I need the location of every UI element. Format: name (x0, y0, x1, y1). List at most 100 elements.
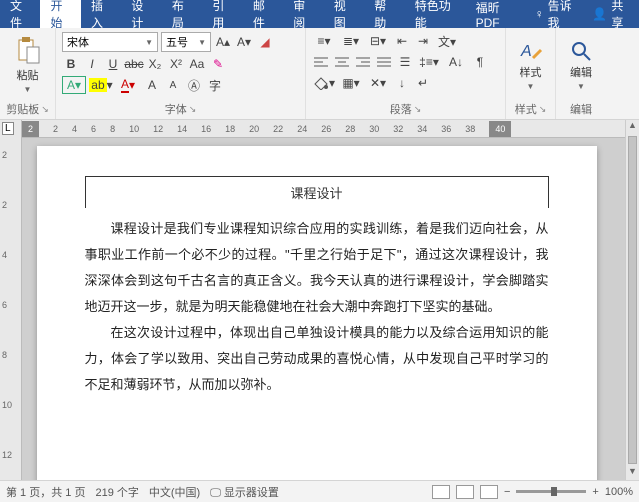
tab-help[interactable]: 帮助 (364, 0, 404, 28)
word-count[interactable]: 219 个字 (95, 484, 138, 500)
editing-label: 编辑 (570, 64, 592, 80)
font-color-button[interactable]: A▾ (116, 76, 140, 94)
font-name-combo[interactable]: 宋体▼ (62, 32, 158, 52)
borders-button[interactable]: ▦▾ (339, 74, 363, 92)
shrink-font2-button[interactable]: A (164, 76, 182, 94)
chevron-down-icon: ▼ (577, 82, 585, 91)
enclose-button[interactable]: Ⓐ (185, 76, 203, 94)
shrink-font-button[interactable]: A▾ (235, 33, 253, 51)
font-launcher[interactable]: ↘ (189, 104, 197, 115)
font-group-label: 字体 (165, 101, 187, 117)
tab-mail[interactable]: 邮件 (243, 0, 283, 28)
bullets-button[interactable]: ≡▾ (312, 32, 336, 50)
hruler-tick: 34 (417, 124, 427, 134)
clipboard-icon (16, 37, 40, 65)
font-size-combo[interactable]: 五号▼ (161, 32, 211, 52)
hruler-tick: 24 (297, 124, 307, 134)
paragraph[interactable]: 课程设计是我们专业课程知识综合应用的实践训练，着是我们迈向社会，从事职业工作前一… (85, 216, 549, 320)
editing-button[interactable]: 编辑 ▼ (566, 38, 596, 93)
superscript-button[interactable]: X² (167, 55, 185, 73)
bold-button[interactable]: B (62, 55, 80, 73)
document-title[interactable]: 课程设计 (85, 176, 549, 208)
web-layout-view-button[interactable] (480, 485, 498, 499)
document-scroll-area[interactable]: 课程设计 课程设计是我们专业课程知识综合应用的实践训练，着是我们迈向社会，从事职… (22, 120, 625, 480)
horizontal-ruler[interactable]: 2 2 4 6 8 10 12 14 16 18 20 22 24 26 28 … (22, 120, 625, 138)
scroll-down-button[interactable]: ▼ (626, 466, 639, 480)
align-center-icon (335, 56, 349, 68)
styles-launcher[interactable]: ↘ (539, 104, 547, 115)
align-left-button[interactable] (312, 53, 330, 71)
decrease-indent-button[interactable]: ⇤ (393, 32, 411, 50)
tab-foxit[interactable]: 福昕PDF (466, 0, 527, 28)
tab-layout[interactable]: 布局 (162, 0, 202, 28)
sort-button[interactable]: A↓ (444, 53, 468, 71)
text-effects-button[interactable]: A▾ (62, 76, 86, 94)
italic-button[interactable]: I (83, 55, 101, 73)
hruler-margin: 2 (22, 121, 39, 137)
sort2-button[interactable]: ↓ (393, 74, 411, 92)
strike-button[interactable]: abc (125, 55, 143, 73)
align-right-button[interactable] (354, 53, 372, 71)
align-center-button[interactable] (333, 53, 351, 71)
zoom-slider[interactable] (516, 490, 586, 493)
share-button[interactable]: 👤 共享 (582, 0, 639, 31)
paragraph-marks-button[interactable]: ↵ (414, 74, 432, 92)
paste-button[interactable]: 粘贴 ▼ (12, 35, 44, 96)
align-justify-button[interactable] (375, 53, 393, 71)
underline-button[interactable]: U (104, 55, 122, 73)
subscript-button[interactable]: X₂ (146, 55, 164, 73)
styles-icon: A (519, 40, 543, 62)
clipboard-launcher[interactable]: ↘ (41, 104, 49, 115)
hruler-tick: 22 (273, 124, 283, 134)
styles-button[interactable]: A 样式 ▼ (515, 38, 547, 93)
tab-review[interactable]: 审阅 (283, 0, 323, 28)
format-painter-button[interactable]: ✎ (209, 55, 227, 73)
read-mode-view-button[interactable] (456, 485, 474, 499)
tab-insert[interactable]: 插入 (81, 0, 121, 28)
tab-references[interactable]: 引用 (202, 0, 242, 28)
tab-stop-indicator[interactable]: L (2, 122, 14, 135)
grow-font-button[interactable]: A▴ (214, 33, 232, 51)
align-left-icon (314, 56, 328, 68)
vruler-tick: 12 (2, 450, 12, 460)
vertical-ruler[interactable]: L 2 2 4 6 8 10 12 (0, 120, 22, 480)
distribute-button[interactable]: ☰ (396, 53, 414, 71)
tellme[interactable]: ♀ 告诉我 (529, 0, 583, 31)
line-spacing-button[interactable]: ‡≡▾ (417, 53, 441, 71)
page-count[interactable]: 第 1 页，共 1 页 (6, 484, 85, 500)
tab-view[interactable]: 视图 (324, 0, 364, 28)
vruler-tick: 2 (2, 150, 7, 160)
zoom-in-button[interactable]: + (592, 486, 598, 498)
font-size-value: 五号 (166, 34, 188, 50)
vertical-scrollbar[interactable]: ▲ ▼ (625, 120, 639, 480)
tab-home[interactable]: 开始 (40, 0, 80, 28)
paragraph-launcher[interactable]: ↘ (414, 104, 422, 115)
shading-button[interactable]: ▾ (312, 74, 336, 92)
paragraph[interactable]: 在这次设计过程中，体现出自己单独设计模具的能力以及综合运用知识的能力，体会了学以… (85, 320, 549, 398)
font-name-value: 宋体 (67, 34, 89, 50)
numbering-button[interactable]: ≣▾ (339, 32, 363, 50)
hruler-tick: 38 (465, 124, 475, 134)
highlight-button[interactable]: ab▾ (89, 76, 113, 94)
print-layout-view-button[interactable] (432, 485, 450, 499)
tab-file[interactable]: 文件 (0, 0, 40, 28)
scroll-thumb[interactable] (628, 136, 637, 464)
zoom-out-button[interactable]: − (504, 486, 510, 498)
tab-special[interactable]: 特色功能 (405, 0, 466, 28)
chinese-layout-button[interactable]: ✕▾ (366, 74, 390, 92)
zoom-level[interactable]: 100% (605, 486, 633, 498)
scroll-up-button[interactable]: ▲ (626, 120, 639, 134)
change-case-button[interactable]: Aa (188, 55, 206, 73)
clear-formatting-button[interactable]: ◢ (256, 33, 274, 51)
text-direction-button[interactable]: 文▾ (435, 32, 459, 50)
increase-indent-button[interactable]: ⇥ (414, 32, 432, 50)
grow-font2-button[interactable]: A (143, 76, 161, 94)
multilevel-button[interactable]: ⊟▾ (366, 32, 390, 50)
display-settings[interactable]: 🖵 显示器设置 (210, 484, 279, 500)
language-status[interactable]: 中文(中国) (149, 484, 200, 500)
hruler-tick: 28 (345, 124, 355, 134)
tab-design[interactable]: 设计 (121, 0, 161, 28)
phonetic-button[interactable]: 字 (206, 76, 224, 94)
hruler-tick: 18 (225, 124, 235, 134)
show-marks-button[interactable]: ¶ (471, 53, 489, 71)
